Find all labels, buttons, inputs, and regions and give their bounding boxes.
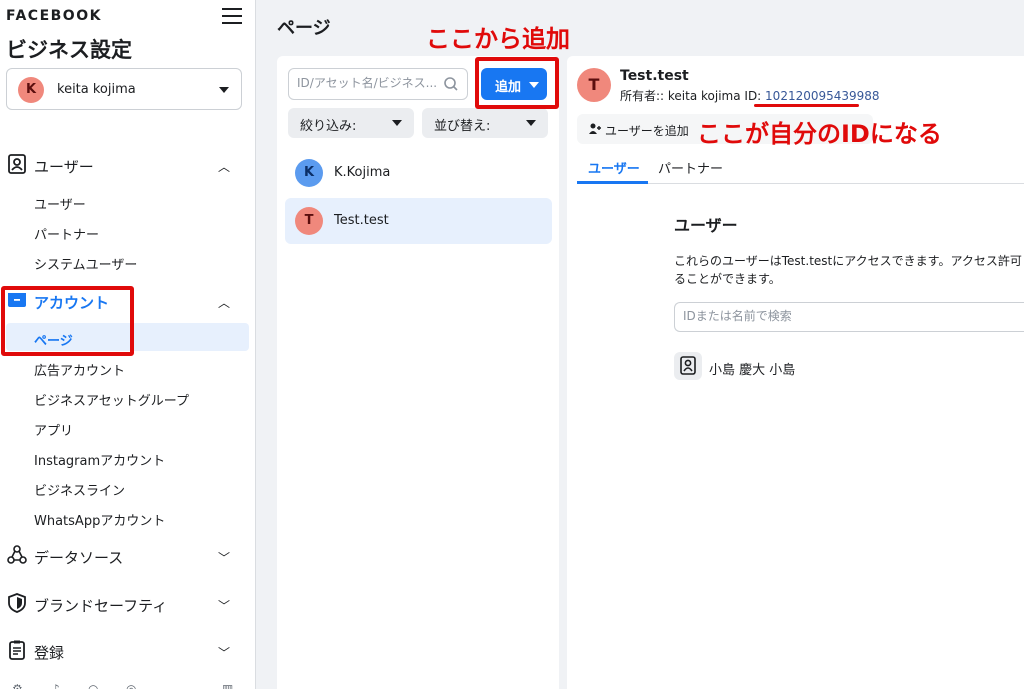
- facebook-logo: FACEBOOK: [6, 8, 102, 24]
- chevron-down-icon: ﹀: [217, 599, 230, 613]
- user-search-field[interactable]: [674, 302, 1024, 332]
- panel-icon[interactable]: ▥: [222, 682, 233, 689]
- shield-icon: [8, 593, 26, 613]
- sidebar-section-label: 登録: [34, 644, 65, 662]
- business-account-selector[interactable]: K keita kojima: [6, 68, 242, 110]
- sidebar-section-data-sources[interactable]: データソース ﹀: [0, 541, 256, 571]
- gear-icon[interactable]: ⚙: [12, 682, 23, 689]
- list-item-name: Test.test: [334, 213, 389, 228]
- sidebar-section-users[interactable]: ユーザー ︿: [0, 150, 256, 180]
- asset-search-input[interactable]: [297, 69, 447, 97]
- page-title: ページ: [277, 18, 331, 39]
- sidebar-section-label: データソース: [34, 549, 124, 567]
- chevron-up-icon: ︿: [217, 160, 230, 174]
- add-user-label: ユーザーを追加: [605, 124, 689, 138]
- sidebar-section-registration[interactable]: 登録 ﹀: [0, 636, 256, 666]
- annotation-id-underline: [754, 104, 859, 107]
- users-description-line: これらのユーザーはTest.testにアクセスできます。アクセス許可: [674, 254, 1022, 268]
- chevron-down-icon: [392, 120, 402, 126]
- annotation-id-note: ここが自分のIDになる: [697, 120, 942, 148]
- page-id-value: 102120095439988: [765, 89, 880, 103]
- users-description: これらのユーザーはTest.testにアクセスできます。アクセス許可 ることがで…: [674, 252, 1024, 288]
- filter-dropdown[interactable]: 絞り込み:: [288, 108, 414, 138]
- account-avatar: K: [18, 77, 44, 103]
- asset-search-field[interactable]: [288, 68, 468, 100]
- avatar: T: [295, 207, 323, 235]
- annotation-add-box: [475, 57, 559, 109]
- page-detail-panel: T Test.test 所有者:: keita kojima ID: 10212…: [567, 56, 1024, 689]
- sidebar-item-instagram[interactable]: Instagramアカウント: [34, 450, 165, 469]
- owner-prefix: 所有者:: keita kojima ID:: [620, 89, 766, 103]
- detail-owner-line: 所有者:: keita kojima ID: 102120095439988: [620, 87, 880, 104]
- list-item[interactable]: T Test.test: [285, 198, 552, 244]
- bell-icon[interactable]: ♪: [52, 682, 60, 689]
- avatar: T: [577, 68, 611, 102]
- users-section-heading: ユーザー: [674, 216, 738, 235]
- chevron-down-icon: [526, 120, 536, 126]
- annotation-add-here: ここから追加: [426, 25, 570, 53]
- sidebar-section-label: ブランドセーフティ: [34, 597, 168, 615]
- sort-dropdown[interactable]: 並び替え:: [422, 108, 548, 138]
- sidebar-section-label: ユーザー: [34, 158, 94, 176]
- business-settings-title: ビジネス設定: [6, 38, 132, 62]
- tab-partners[interactable]: パートナー: [658, 158, 723, 177]
- sidebar-item-system-users[interactable]: システムユーザー: [34, 254, 137, 273]
- sort-label: 並び替え:: [434, 119, 491, 134]
- sidebar-item-whatsapp[interactable]: WhatsAppアカウント: [34, 510, 165, 529]
- tab-users[interactable]: ユーザー: [588, 158, 640, 177]
- chevron-down-icon: ﹀: [217, 646, 230, 660]
- users-description-line: ることができます。: [674, 272, 781, 286]
- chevron-up-icon: ︿: [217, 296, 230, 310]
- sidebar-item-users[interactable]: ユーザー: [34, 194, 86, 213]
- sidebar-item-ad-accounts[interactable]: 広告アカウント: [34, 360, 125, 379]
- user-name[interactable]: 小島 慶大 小島: [709, 359, 795, 378]
- menu-icon[interactable]: [222, 8, 242, 24]
- clipboard-icon: [9, 640, 25, 660]
- filter-label: 絞り込み:: [300, 119, 357, 134]
- avatar: K: [295, 159, 323, 187]
- list-item[interactable]: K K.Kojima: [285, 150, 552, 196]
- annotation-highlight-box: [1, 286, 134, 356]
- user-search-input[interactable]: [683, 303, 1013, 329]
- page-list-panel: 追加 絞り込み: 並び替え: K K.Kojima T Test.test: [277, 56, 559, 689]
- search-icon[interactable]: ○: [88, 682, 98, 689]
- chevron-down-icon: ﹀: [217, 551, 230, 565]
- add-person-icon: [589, 123, 601, 134]
- sidebar-item-partners[interactable]: パートナー: [34, 224, 99, 243]
- chevron-down-icon: [219, 87, 229, 93]
- sidebar-item-asset-groups[interactable]: ビジネスアセットグループ: [34, 390, 189, 409]
- detail-title: Test.test: [620, 68, 689, 84]
- list-item-name: K.Kojima: [334, 165, 391, 180]
- help-icon[interactable]: ◎: [126, 682, 136, 689]
- sidebar-item-business-lines[interactable]: ビジネスライン: [34, 480, 125, 499]
- detail-tabs: ユーザー パートナー: [577, 152, 1024, 184]
- sidebar-item-apps[interactable]: アプリ: [34, 420, 73, 439]
- active-tab-indicator: [577, 181, 648, 184]
- account-name: keita kojima: [57, 82, 136, 97]
- user-icon: [674, 352, 702, 380]
- users-icon: [8, 154, 26, 174]
- data-sources-icon: [7, 545, 27, 564]
- sidebar-section-brand-safety[interactable]: ブランドセーフティ ﹀: [0, 589, 256, 619]
- search-icon: [444, 77, 458, 91]
